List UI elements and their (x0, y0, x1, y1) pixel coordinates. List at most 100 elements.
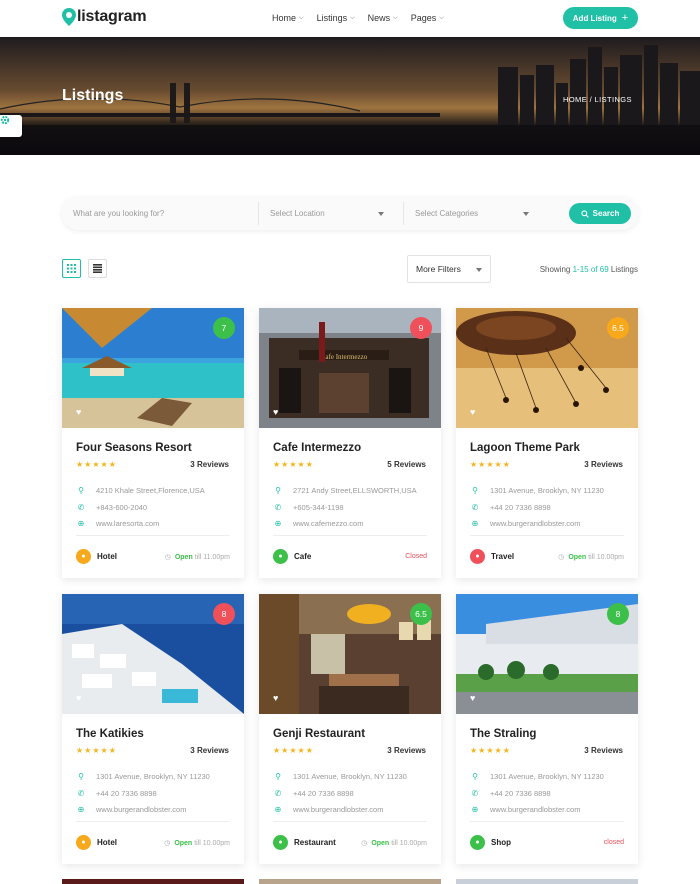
address-text: 1301 Avenue, Brooklyn, NY 11230 (490, 486, 604, 495)
opening-status: ◷ Open till 10.00pm (164, 839, 230, 848)
status-word: Open (174, 553, 193, 561)
phone-text[interactable]: +44 20 7336 8898 (490, 503, 551, 512)
chevron-down-icon: ⌵ (393, 14, 398, 21)
status-word: Open (174, 839, 193, 847)
website-link[interactable]: www.burgerandlobster.com (293, 805, 383, 814)
keyword-input[interactable]: What are you looking for? (73, 209, 164, 218)
next-card-edge (62, 879, 244, 884)
map-marker-icon: ⚲ (78, 486, 84, 495)
category-tag[interactable]: ● Hotel (76, 549, 117, 564)
review-count[interactable]: 3 Reviews (584, 746, 623, 755)
website-row: ⊕ www.cafemezzo.com (273, 519, 364, 528)
category-label: Shop (491, 838, 511, 847)
results-prefix: Showing (539, 265, 573, 274)
phone-text[interactable]: +605-344-1198 (293, 503, 344, 512)
website-link[interactable]: www.burgerandlobster.com (490, 805, 580, 814)
listing-title[interactable]: Cafe Intermezzo (273, 442, 361, 454)
listing-card[interactable]: Cafe Intermezzo 9 ♥ Cafe Intermezzo ★★★★… (259, 308, 441, 578)
review-count[interactable]: 3 Reviews (387, 746, 426, 755)
phone-icon: ✆ (274, 789, 282, 798)
logo[interactable]: listagram (62, 8, 147, 26)
nav-item-pages[interactable]: Pages ⌵ (411, 13, 444, 23)
nav-label: News (367, 13, 391, 23)
heart-icon[interactable]: ♥ (470, 407, 475, 417)
status-hours: till 10.00pm (391, 839, 427, 847)
phone-text[interactable]: +44 20 7336 8898 (96, 789, 157, 798)
listing-title[interactable]: Four Seasons Resort (76, 442, 192, 454)
category-label: Travel (491, 552, 515, 561)
website-row: ⊕ www.burgerandlobster.com (470, 519, 581, 528)
address-row: ⚲ 2721 Andy Street,ELLSWORTH,USA (273, 486, 417, 495)
status-hours: till 11.00pm (194, 553, 230, 561)
review-count[interactable]: 3 Reviews (584, 460, 623, 469)
listing-card[interactable]: 6.5 ♥ Lagoon Theme Park ★★★★★ 3 Reviews … (456, 308, 638, 578)
website-link[interactable]: www.cafemezzo.com (293, 519, 363, 528)
page-title: Listings (62, 87, 124, 104)
phone-row: ✆ +44 20 7336 8898 (470, 503, 551, 512)
phone-text[interactable]: +843-600-2040 (96, 503, 147, 512)
phone-text[interactable]: +44 20 7336 8898 (293, 789, 354, 798)
address-text: 1301 Avenue, Brooklyn, NY 11230 (490, 772, 604, 781)
category-label: Hotel (97, 838, 117, 847)
rating-badge: 8 (213, 603, 235, 625)
address-text: 1301 Avenue, Brooklyn, NY 11230 (96, 772, 210, 781)
phone-row: ✆ +605-344-1198 (273, 503, 344, 512)
listing-card[interactable]: 7 ♥ Four Seasons Resort ★★★★★ 3 Reviews … (62, 308, 244, 578)
category-tag[interactable]: ● Cafe (273, 549, 311, 564)
add-listing-button[interactable]: Add Listing + (563, 7, 638, 29)
heart-icon[interactable]: ♥ (76, 407, 81, 417)
nav-item-listings[interactable]: Listings ⌵ (317, 13, 355, 23)
heart-icon[interactable]: ♥ (470, 693, 475, 703)
nav-item-news[interactable]: News ⌵ (368, 13, 398, 23)
page-hero: Listings HOME / LISTINGS (0, 37, 700, 155)
listing-title[interactable]: Lagoon Theme Park (470, 442, 580, 454)
address-text: 1301 Avenue, Brooklyn, NY 11230 (293, 772, 407, 781)
caret-down-icon (476, 268, 482, 272)
globe-icon: ⊕ (77, 805, 85, 814)
address-row: ⚲ 1301 Avenue, Brooklyn, NY 11230 (470, 486, 604, 495)
listing-title[interactable]: The Katikies (76, 728, 144, 740)
review-count[interactable]: 5 Reviews (387, 460, 426, 469)
globe-icon: ⊕ (274, 519, 282, 528)
listing-title[interactable]: The Straling (470, 728, 536, 740)
listing-title[interactable]: Genji Restaurant (273, 728, 365, 740)
status-hours: till 10.00pm (588, 553, 624, 561)
chevron-down-icon: ⌵ (350, 14, 355, 21)
category-tag[interactable]: ● Restaurant (273, 835, 336, 850)
phone-row: ✆ +44 20 7336 8898 (273, 789, 354, 798)
search-button[interactable]: Search (569, 203, 631, 224)
review-count[interactable]: 3 Reviews (190, 460, 229, 469)
map-marker-icon: ⚲ (275, 772, 281, 781)
category-select[interactable]: Select Categories (415, 209, 478, 218)
settings-gear-button[interactable] (0, 115, 22, 137)
listing-card[interactable]: 6.5 ♥ Genji Restaurant ★★★★★ 3 Reviews ⚲… (259, 594, 441, 864)
listing-card[interactable]: 8 ♥ The Katikies ★★★★★ 3 Reviews ⚲ 1301 A… (62, 594, 244, 864)
nav-item-home[interactable]: Home ⌵ (272, 13, 304, 23)
divider (76, 535, 230, 536)
category-tag[interactable]: ● Shop (470, 835, 511, 850)
listing-card[interactable]: 8 ♥ The Straling ★★★★★ 3 Reviews ⚲ 1301 A… (456, 594, 638, 864)
nav-label: Listings (316, 13, 348, 23)
heart-icon[interactable]: ♥ (273, 407, 278, 417)
website-link[interactable]: www.burgerandlobster.com (96, 805, 186, 814)
heart-icon[interactable]: ♥ (273, 693, 278, 703)
star-rating: ★★★★★ (273, 746, 314, 755)
location-select[interactable]: Select Location (270, 209, 325, 218)
clock-icon: ◷ (361, 840, 368, 847)
address-row: ⚲ 1301 Avenue, Brooklyn, NY 11230 (76, 772, 210, 781)
website-link[interactable]: www.laresorta.com (96, 519, 159, 528)
phone-icon: ✆ (471, 789, 479, 798)
category-tag[interactable]: ● Travel (470, 549, 514, 564)
category-tag[interactable]: ● Hotel (76, 835, 117, 850)
website-row: ⊕ www.laresorta.com (76, 519, 160, 528)
heart-icon[interactable]: ♥ (76, 693, 81, 703)
star-rating: ★★★★★ (273, 460, 314, 469)
divider (470, 821, 624, 822)
list-view-button[interactable] (88, 259, 107, 278)
grid-view-button[interactable] (62, 259, 81, 278)
address-text: 2721 Andy Street,ELLSWORTH,USA (293, 486, 417, 495)
phone-text[interactable]: +44 20 7336 8898 (490, 789, 551, 798)
more-filters-dropdown[interactable]: More Filters (407, 255, 491, 283)
website-link[interactable]: www.burgerandlobster.com (490, 519, 580, 528)
review-count[interactable]: 3 Reviews (190, 746, 229, 755)
